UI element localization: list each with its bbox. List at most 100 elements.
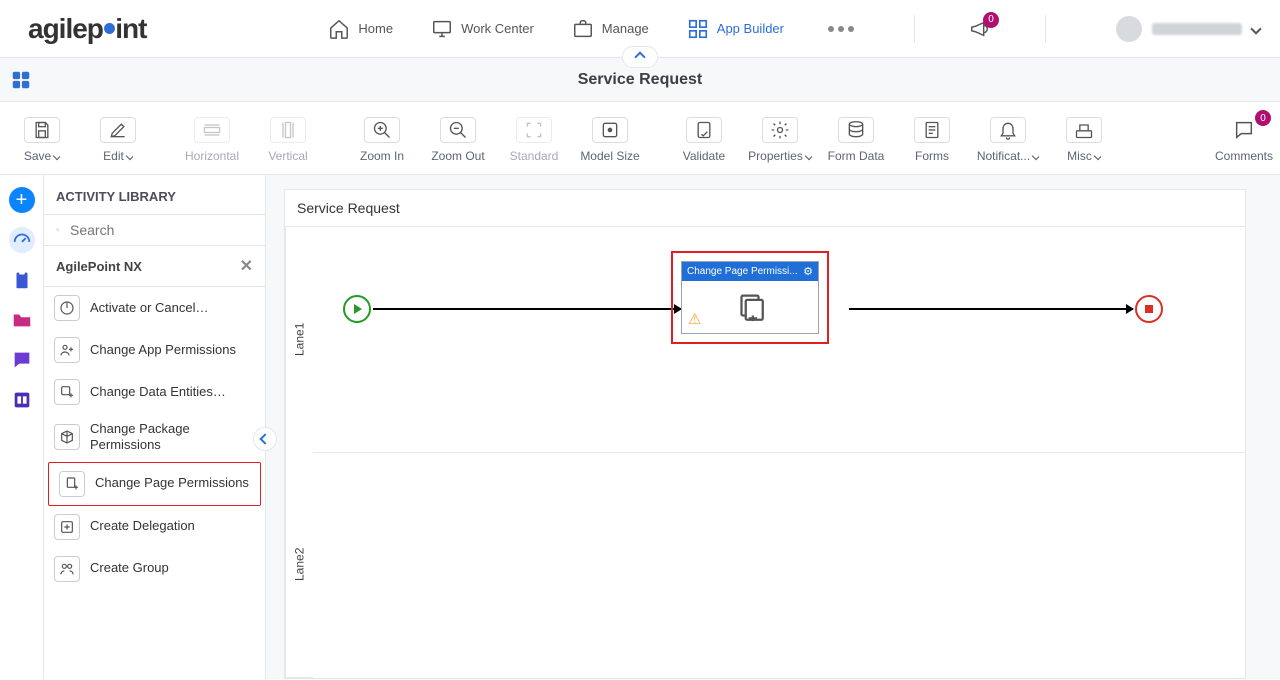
library-item[interactable]: Create Group xyxy=(44,548,265,590)
nav-home[interactable]: Home xyxy=(328,18,393,40)
rail-item-folder[interactable] xyxy=(9,307,35,333)
library-item[interactable]: Activate or Cancel… xyxy=(44,287,265,329)
chevron-down-icon xyxy=(53,152,60,160)
align-vertical-icon xyxy=(278,120,298,140)
lane-2[interactable] xyxy=(313,452,1245,678)
home-icon xyxy=(328,18,350,40)
nav-overflow[interactable] xyxy=(822,20,860,38)
header-separator xyxy=(914,15,915,43)
tool-forms[interactable]: Forms xyxy=(894,110,970,170)
logo-text-post: int xyxy=(115,13,146,45)
primary-nav: Home Work Center Manage App Builder 0 xyxy=(328,15,1260,43)
main-area: + ACTIVITY LIBRARY AgilePoint NX ✕ Activ… xyxy=(0,175,1280,679)
header-separator-2 xyxy=(1045,15,1046,43)
tool-vertical-label: Vertical xyxy=(268,149,307,163)
zoom-in-icon xyxy=(372,120,392,140)
announcements-button[interactable]: 0 xyxy=(969,18,991,40)
library-item[interactable]: Change Data Entities… xyxy=(44,371,265,413)
entity-plus-icon xyxy=(59,384,75,400)
process-canvas[interactable]: Service Request Lane1 Lane2 Change Page … xyxy=(284,189,1246,679)
model-size-icon xyxy=(600,120,620,140)
connector[interactable] xyxy=(373,308,681,310)
library-search[interactable] xyxy=(44,214,265,246)
tool-misc[interactable]: Misc xyxy=(1046,110,1122,170)
chevron-down-icon xyxy=(126,152,133,160)
library-item-highlighted[interactable]: Change Page Permissions xyxy=(48,462,261,506)
tool-validate-label: Validate xyxy=(683,149,725,163)
end-node[interactable] xyxy=(1135,295,1163,323)
lane-label[interactable]: Lane2 xyxy=(285,452,313,678)
tool-form-data[interactable]: Form Data xyxy=(818,110,894,170)
nav-manage-label: Manage xyxy=(602,21,649,36)
library-item-label: Change Package Permissions xyxy=(90,421,255,454)
tool-model-label: Model Size xyxy=(580,149,639,163)
close-icon[interactable]: ✕ xyxy=(240,256,253,276)
search-input[interactable] xyxy=(68,221,253,239)
tool-model-size[interactable]: Model Size xyxy=(572,110,648,170)
collapse-header-button[interactable] xyxy=(622,46,658,68)
rail-add-button[interactable]: + xyxy=(9,187,35,213)
library-item[interactable]: Change App Permissions xyxy=(44,329,265,371)
tool-properties[interactable]: Properties xyxy=(742,110,818,170)
library-item[interactable]: Create Delegation xyxy=(44,506,265,548)
library-item[interactable]: Change Package Permissions xyxy=(44,413,265,462)
lane-label[interactable]: Lane1 xyxy=(285,227,313,452)
chevron-up-icon xyxy=(634,51,645,62)
rail-item-clipboard[interactable] xyxy=(9,267,35,293)
apps-icon xyxy=(10,69,32,91)
chevron-down-icon xyxy=(1250,23,1261,34)
rail-item-blocks[interactable] xyxy=(9,387,35,413)
tool-horizontal-label: Horizontal xyxy=(185,149,239,163)
activity-header[interactable]: Change Page Permissi... ⚙ xyxy=(682,262,818,281)
tool-save[interactable]: Save xyxy=(4,110,80,170)
lane-body: Change Page Permissi... ⚙ ⚠ xyxy=(313,227,1245,678)
activity-node[interactable]: Change Page Permissi... ⚙ ⚠ xyxy=(681,261,819,334)
tool-standard: Standard xyxy=(496,110,572,170)
tool-notifications[interactable]: Notificat... xyxy=(970,110,1046,170)
gear-icon[interactable]: ⚙ xyxy=(803,265,813,278)
activity-highlight-box: Change Page Permissi... ⚙ ⚠ xyxy=(671,251,829,344)
group-icon xyxy=(59,561,75,577)
plus-box-icon xyxy=(59,519,75,535)
nav-app-builder[interactable]: App Builder xyxy=(687,18,784,40)
swimlanes: Lane1 Lane2 Change Page Permissi... ⚙ xyxy=(285,227,1245,678)
form-icon xyxy=(922,120,942,140)
page-plus-icon xyxy=(64,476,80,492)
tool-zoom-out-label: Zoom Out xyxy=(431,149,484,163)
chat-icon xyxy=(11,349,33,371)
tool-edit[interactable]: Edit xyxy=(80,110,156,170)
app-switcher-button[interactable] xyxy=(10,69,32,91)
canvas-area: Service Request Lane1 Lane2 Change Page … xyxy=(266,175,1280,679)
fit-icon xyxy=(524,120,544,140)
page-title: Service Request xyxy=(578,71,703,89)
tool-save-label: Save xyxy=(24,149,51,163)
tool-properties-label: Properties xyxy=(748,149,803,163)
nav-manage[interactable]: Manage xyxy=(572,18,649,40)
connector[interactable] xyxy=(849,308,1133,310)
chevron-down-icon xyxy=(1032,152,1039,160)
search-icon xyxy=(56,221,60,239)
left-rail: + xyxy=(0,175,44,679)
collapse-library-button[interactable] xyxy=(253,427,277,451)
tool-validate[interactable]: Validate xyxy=(666,110,742,170)
library-item-list: Activate or Cancel… Change App Permissio… xyxy=(44,287,265,679)
library-group-header[interactable]: AgilePoint NX ✕ xyxy=(44,246,265,287)
rail-item-chat[interactable] xyxy=(9,347,35,373)
toolbar: Save Edit Horizontal Vertical Zoom In Zo… xyxy=(0,102,1280,175)
user-menu[interactable] xyxy=(1116,16,1260,42)
library-heading: ACTIVITY LIBRARY xyxy=(44,175,265,214)
canvas-title: Service Request xyxy=(285,190,1245,227)
lane-1[interactable]: Change Page Permissi... ⚙ ⚠ xyxy=(313,227,1245,452)
grid-icon xyxy=(687,18,709,40)
package-icon xyxy=(59,429,75,445)
clipboard-icon xyxy=(11,269,33,291)
tool-zoom-in[interactable]: Zoom In xyxy=(344,110,420,170)
start-node[interactable] xyxy=(343,295,371,323)
nav-work-center[interactable]: Work Center xyxy=(431,18,534,40)
activity-library: ACTIVITY LIBRARY AgilePoint NX ✕ Activat… xyxy=(44,175,266,679)
tool-misc-label: Misc xyxy=(1067,149,1092,163)
tool-zoom-out[interactable]: Zoom Out xyxy=(420,110,496,170)
user-name-placeholder xyxy=(1152,23,1242,35)
tool-comments[interactable]: 0Comments xyxy=(1212,110,1276,170)
rail-item-dashboard[interactable] xyxy=(9,227,35,253)
